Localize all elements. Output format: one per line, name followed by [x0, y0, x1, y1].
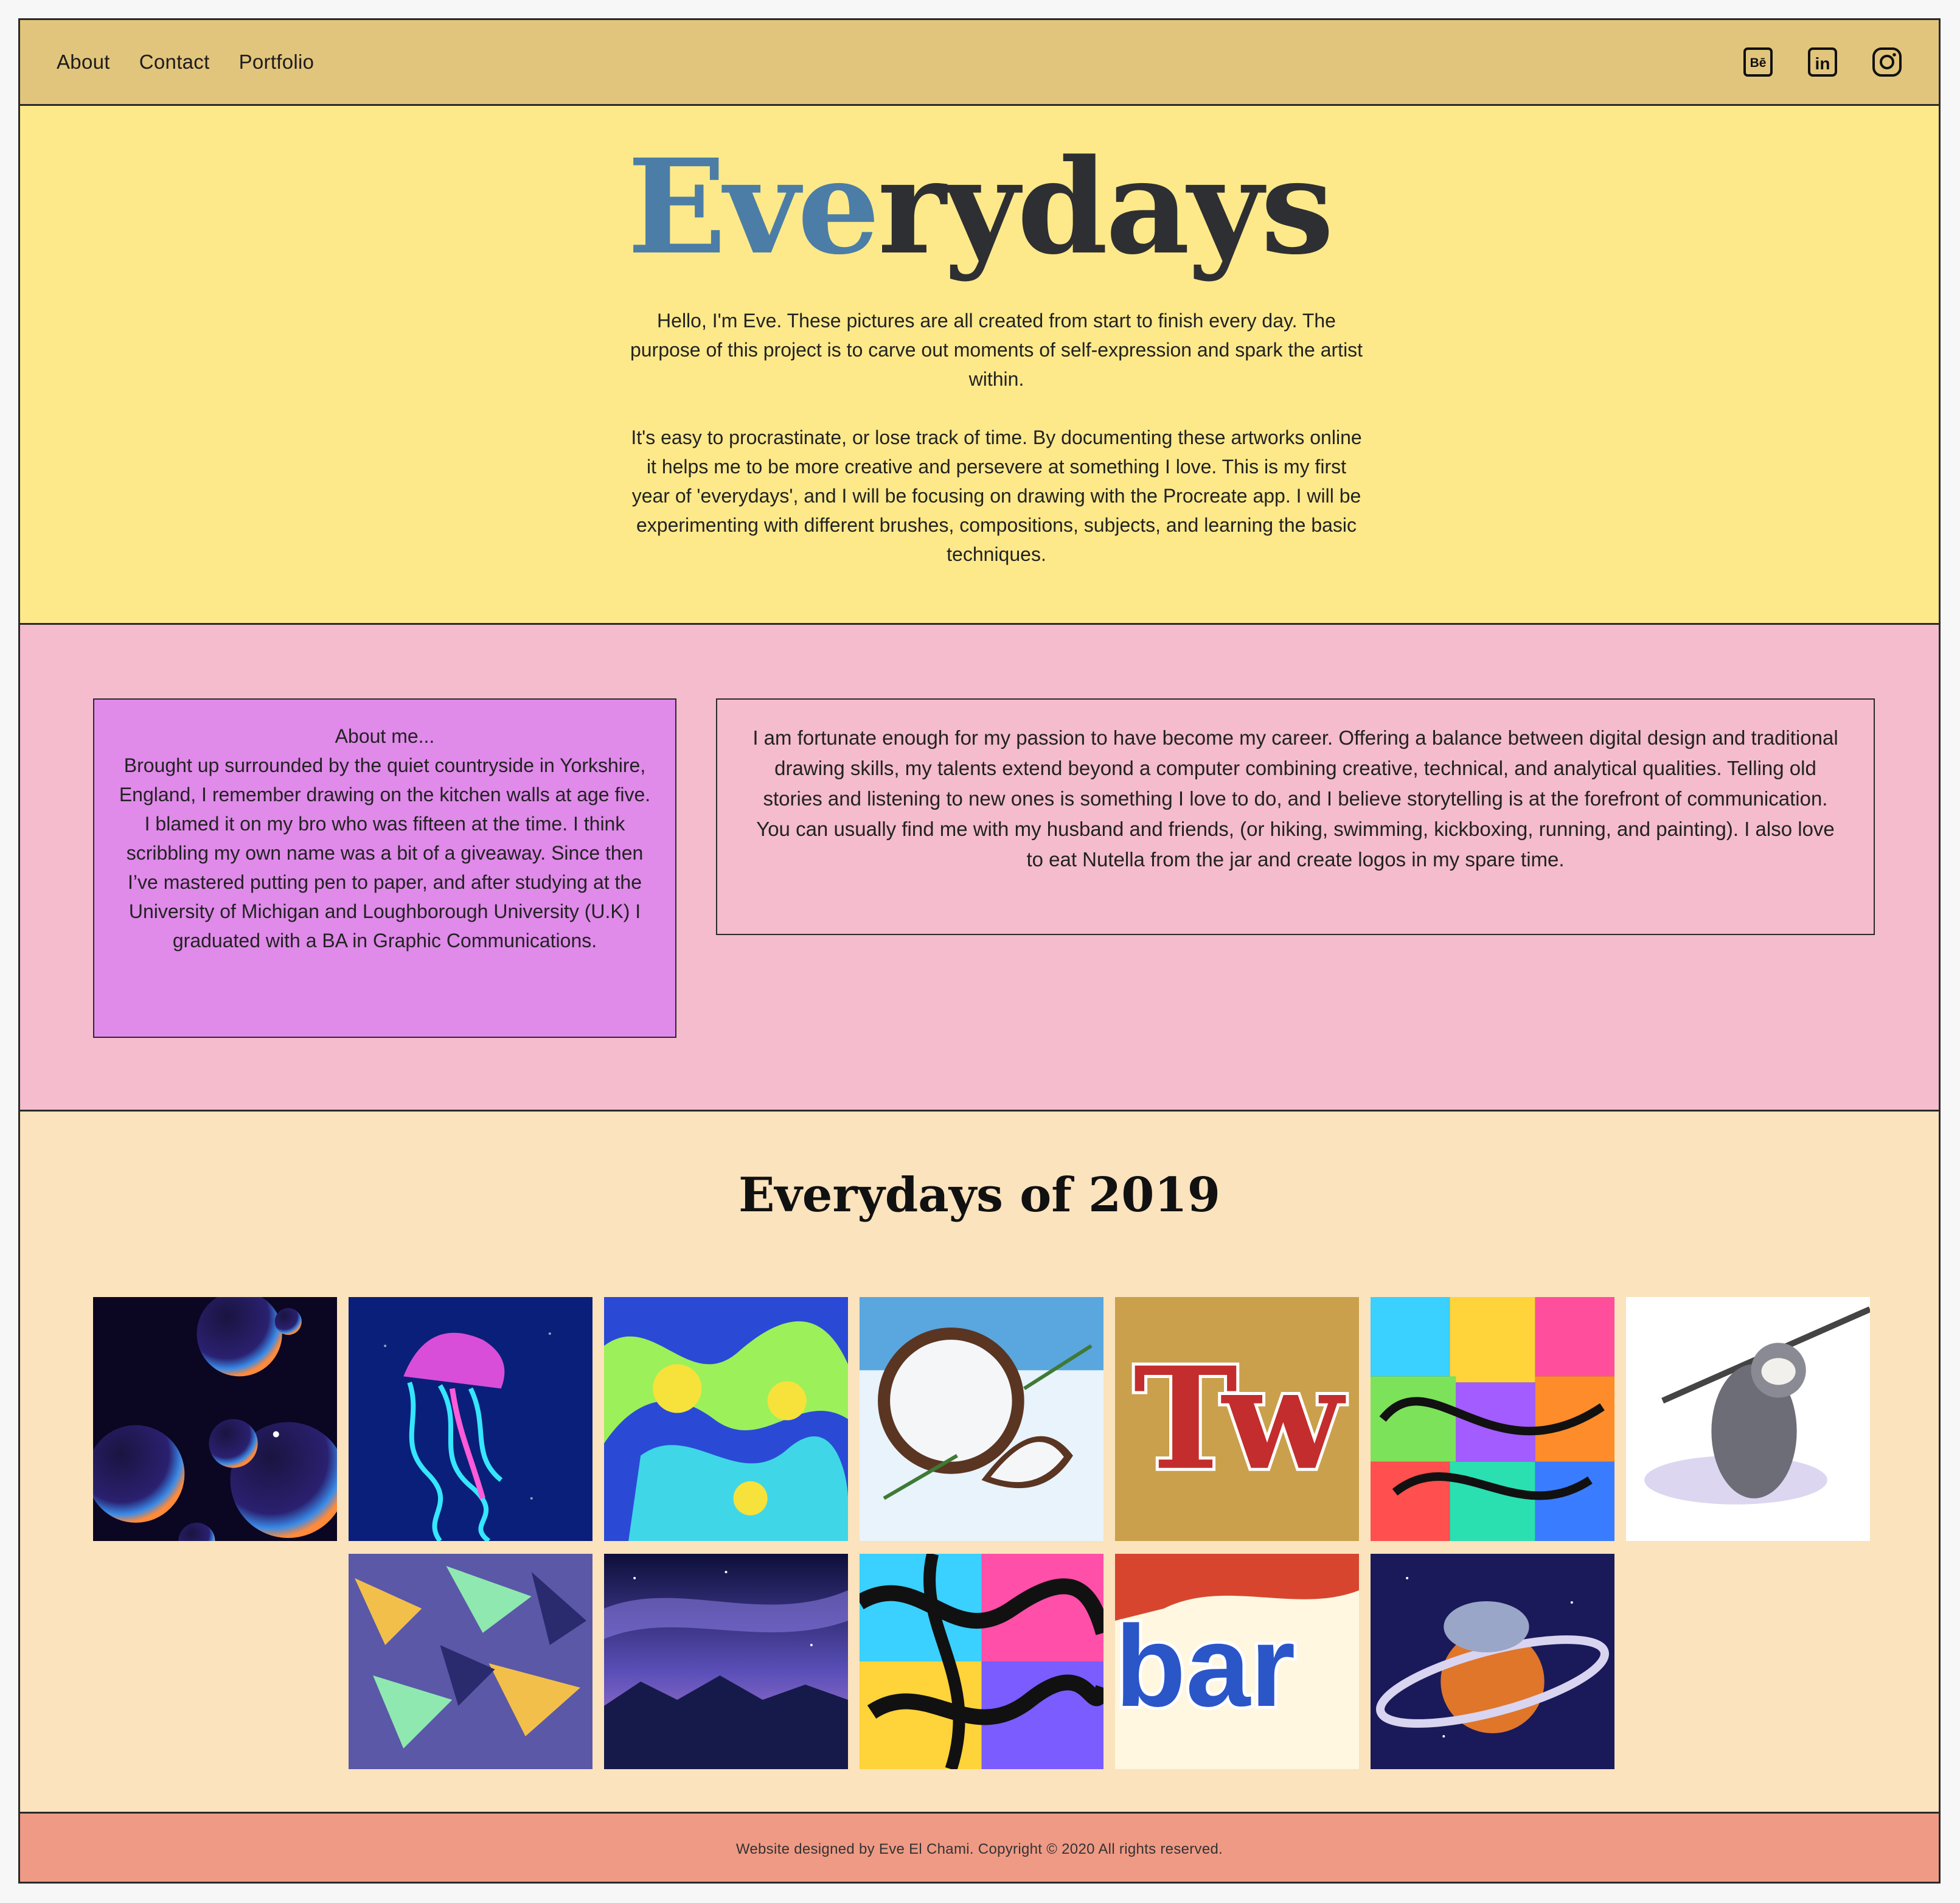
behance-icon[interactable]: Bē	[1742, 46, 1774, 78]
career-card: I am fortunate enough for my passion to …	[716, 698, 1875, 935]
linkedin-icon[interactable]: in	[1806, 46, 1839, 78]
about-text: Brought up surrounded by the quiet count…	[119, 754, 651, 952]
bar-logo-text: bar	[1115, 1602, 1295, 1731]
artwork-coconut[interactable]	[860, 1297, 1103, 1541]
artwork-jellyfish[interactable]	[349, 1297, 593, 1541]
about-heading: About me...	[335, 725, 435, 747]
artwork-brushstroke-pattern[interactable]	[349, 1554, 593, 1769]
page-frame: About Contact Portfolio Bē in Everydays …	[18, 18, 1941, 1884]
artwork-yorkie-bar[interactable]: bar	[1115, 1554, 1359, 1769]
nav-links: About Contact Portfolio	[57, 20, 314, 104]
title-rest: rydays	[877, 131, 1334, 284]
artwork-sloth-planet[interactable]	[1371, 1554, 1614, 1769]
page-title: Everydays	[20, 142, 1939, 273]
nav-link-about[interactable]: About	[57, 50, 110, 74]
footer-copyright: Website designed by Eve El Chami. Copyri…	[735, 1841, 1223, 1857]
instagram-icon[interactable]	[1871, 46, 1903, 78]
hero-section: Everydays Hello, I'm Eve. These pictures…	[20, 106, 1939, 625]
about-me-card: About me... Brought up surrounded by the…	[93, 698, 676, 1038]
twix-logo-text: Tw	[1133, 1337, 1346, 1501]
artwork-rainbow-pattern[interactable]	[1371, 1297, 1614, 1541]
artwork-marble-swirl[interactable]	[604, 1297, 848, 1541]
nav-link-contact[interactable]: Contact	[139, 50, 210, 74]
title-accent: Eve	[627, 131, 880, 284]
hero-body: It's easy to procrastinate, or lose trac…	[631, 426, 1362, 565]
artwork-bubbles[interactable]	[93, 1297, 337, 1541]
gallery-section: Everydays of 2019 Tw bar	[20, 1112, 1939, 1814]
behance-label: Bē	[1750, 56, 1767, 70]
gallery-title: Everydays of 2019	[738, 1167, 1221, 1223]
career-text: I am fortunate enough for my passion to …	[752, 726, 1838, 871]
about-section: About me... Brought up surrounded by the…	[20, 625, 1939, 1112]
social-links: Bē in	[1742, 20, 1903, 104]
artwork-sloth-sketch[interactable]	[1626, 1297, 1870, 1541]
linkedin-label: in	[1815, 54, 1830, 73]
top-nav: About Contact Portfolio Bē in	[20, 20, 1939, 106]
artwork-twix[interactable]: Tw	[1115, 1297, 1359, 1541]
artwork-ink-swirl[interactable]	[860, 1554, 1103, 1769]
hero-intro: Hello, I'm Eve. These pictures are all c…	[630, 310, 1363, 390]
footer: Website designed by Eve El Chami. Copyri…	[20, 1814, 1939, 1882]
nav-link-portfolio[interactable]: Portfolio	[239, 50, 315, 74]
artwork-night-sky[interactable]	[604, 1554, 848, 1769]
